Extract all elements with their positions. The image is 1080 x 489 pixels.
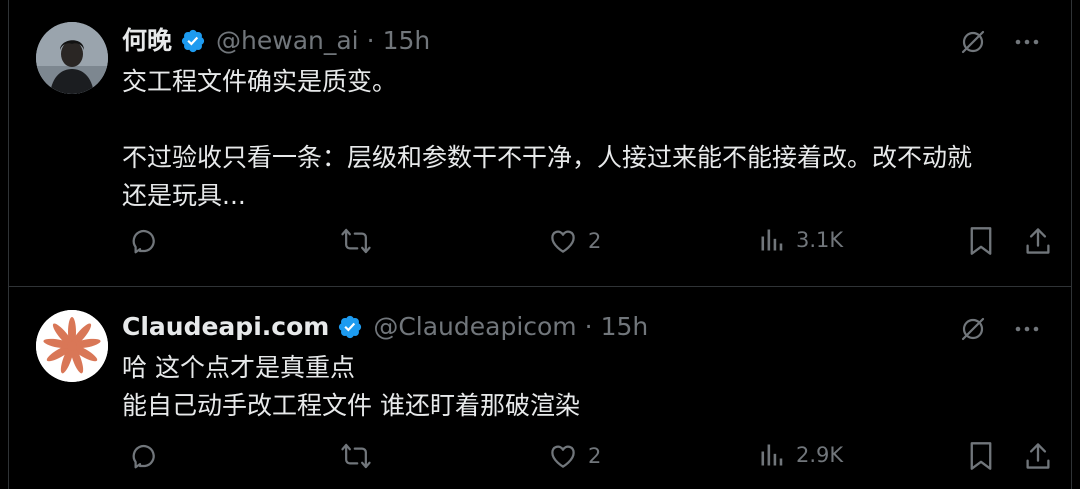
tweet-top-actions bbox=[959, 315, 1041, 343]
share-button[interactable] bbox=[1024, 441, 1052, 471]
separator-dot: · bbox=[584, 312, 593, 341]
view-count: 3.1K bbox=[796, 228, 844, 252]
tweet-header: 何晚 @hewan_ai · 15h bbox=[122, 26, 430, 56]
tweet-text-line: 能自己动手改工程文件 谁还盯着那破渲染 bbox=[122, 391, 580, 420]
share-icon bbox=[1026, 228, 1050, 254]
more-options-icon[interactable] bbox=[1013, 315, 1041, 343]
bookmark-icon bbox=[970, 442, 992, 470]
repost-icon bbox=[341, 443, 371, 469]
tweet-text-line: 哈 这个点才是真重点 bbox=[122, 353, 355, 382]
reply-icon bbox=[132, 230, 155, 254]
bookmark-icon bbox=[970, 227, 992, 255]
repost-icon bbox=[341, 228, 371, 254]
tweet-text-line: 还是玩具... bbox=[122, 181, 246, 210]
bookmark-button[interactable] bbox=[968, 226, 994, 256]
like-button[interactable]: 2 bbox=[548, 441, 601, 471]
reply-icon bbox=[132, 445, 155, 469]
tweet-action-bar: 2 3.1K bbox=[122, 226, 1052, 266]
timeline: 何晚 @hewan_ai · 15h 交工程文件确实是质变。 不过验收只看一条：… bbox=[8, 0, 1072, 489]
tweet-action-bar: 2 2.9K bbox=[122, 441, 1052, 481]
heart-icon bbox=[551, 445, 575, 468]
share-icon bbox=[1026, 443, 1050, 469]
view-count: 2.9K bbox=[796, 443, 844, 467]
views-button[interactable]: 2.9K bbox=[758, 441, 843, 469]
repost-button[interactable] bbox=[340, 441, 372, 471]
author-name[interactable]: Claudeapi.com bbox=[122, 312, 329, 342]
like-button[interactable]: 2 bbox=[548, 226, 601, 256]
timestamp[interactable]: 15h bbox=[601, 312, 649, 342]
share-button[interactable] bbox=[1024, 226, 1052, 256]
views-button[interactable]: 3.1K bbox=[758, 226, 843, 254]
reply-button[interactable] bbox=[130, 226, 160, 256]
bookmark-button[interactable] bbox=[968, 441, 994, 471]
like-count: 2 bbox=[588, 229, 602, 253]
like-count: 2 bbox=[588, 444, 602, 468]
analytics-icon bbox=[761, 444, 783, 466]
grok-icon[interactable] bbox=[959, 315, 987, 343]
repost-button[interactable] bbox=[340, 226, 372, 256]
tweet-text-line: 交工程文件确实是质变。 bbox=[122, 67, 398, 96]
tweet-text: 交工程文件确实是质变。 不过验收只看一条：层级和参数干不干净，人接过来能不能接着… bbox=[122, 63, 1041, 215]
verified-badge-icon bbox=[181, 29, 205, 53]
tweet[interactable]: 何晚 @hewan_ai · 15h 交工程文件确实是质变。 不过验收只看一条：… bbox=[9, 0, 1071, 286]
reply-button[interactable] bbox=[130, 441, 160, 471]
more-options-icon[interactable] bbox=[1013, 28, 1041, 56]
author-name[interactable]: 何晚 bbox=[122, 26, 172, 56]
user-photo-icon bbox=[36, 22, 108, 94]
separator-dot: · bbox=[366, 26, 375, 55]
tweet-text-line: 不过验收只看一条：层级和参数干不干净，人接过来能不能接着改。改不动就 bbox=[122, 143, 973, 172]
heart-icon bbox=[551, 230, 575, 253]
timestamp[interactable]: 15h bbox=[383, 26, 431, 56]
tweet-top-actions bbox=[959, 28, 1041, 56]
tweet-text: 哈 这个点才是真重点 能自己动手改工程文件 谁还盯着那破渲染 bbox=[122, 349, 1041, 425]
author-handle[interactable]: @hewan_ai bbox=[216, 26, 359, 56]
avatar[interactable] bbox=[36, 310, 108, 382]
verified-badge-icon bbox=[339, 315, 362, 339]
author-handle[interactable]: @Claudeapicom bbox=[373, 312, 576, 342]
tweet-header: Claudeapi.com @Claudeapicom · 15h bbox=[122, 312, 648, 342]
tweet[interactable]: Claudeapi.com @Claudeapicom · 15h 哈 这个点才… bbox=[9, 286, 1071, 489]
analytics-icon bbox=[761, 229, 783, 251]
avatar[interactable] bbox=[36, 22, 108, 94]
grok-icon[interactable] bbox=[959, 28, 987, 56]
claude-logo-icon bbox=[36, 310, 108, 382]
